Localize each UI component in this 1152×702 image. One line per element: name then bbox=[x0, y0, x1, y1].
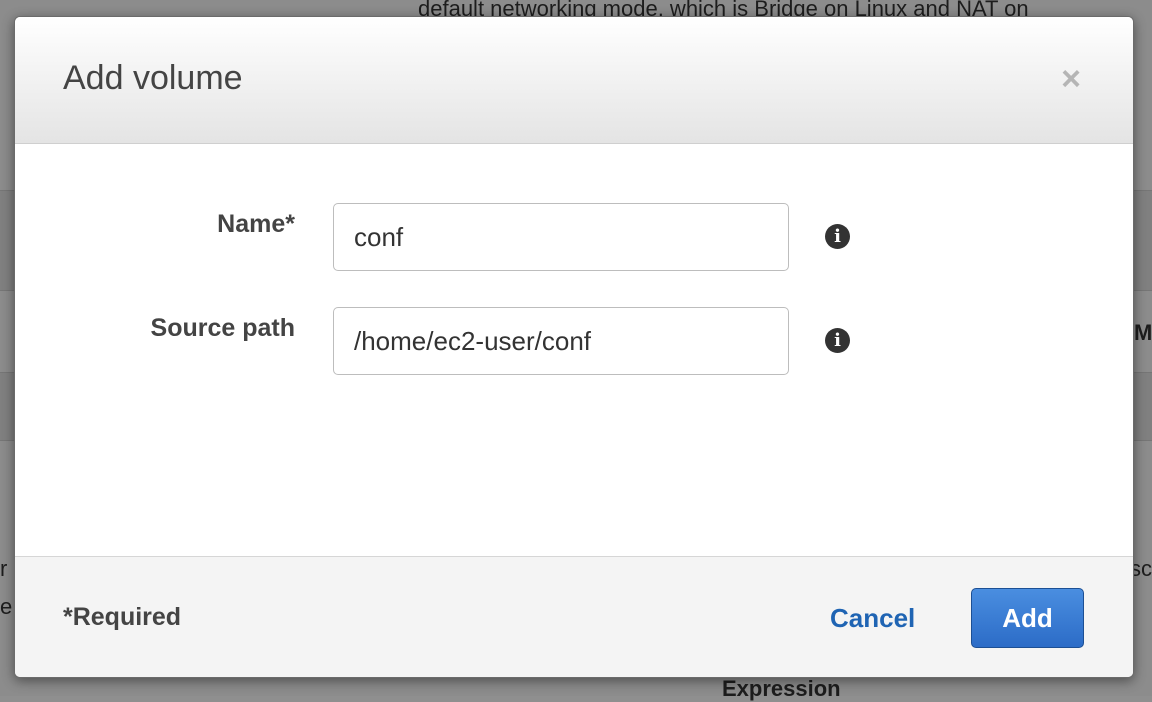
add-button[interactable]: Add bbox=[971, 588, 1084, 648]
cancel-button[interactable]: Cancel bbox=[830, 603, 915, 634]
background-text: r bbox=[0, 556, 8, 581]
background-text: Expression bbox=[722, 676, 841, 701]
add-volume-dialog: Add volume × Name* i Source path i *Requ… bbox=[14, 16, 1134, 678]
info-icon[interactable]: i bbox=[825, 224, 850, 249]
required-note: *Required bbox=[63, 603, 182, 631]
dialog-body: Name* i Source path i bbox=[15, 144, 1133, 556]
dialog-title: Add volume bbox=[63, 59, 243, 97]
source-path-label: Source path bbox=[150, 314, 295, 342]
dialog-header: Add volume × bbox=[15, 17, 1133, 144]
source-path-input[interactable] bbox=[333, 307, 789, 375]
background-text: M bbox=[1134, 320, 1152, 345]
background-text: e bbox=[0, 594, 13, 619]
name-label: Name* bbox=[217, 210, 295, 238]
dialog-footer: *Required Cancel Add bbox=[15, 556, 1133, 677]
info-icon[interactable]: i bbox=[825, 328, 850, 353]
close-icon[interactable]: × bbox=[1057, 62, 1085, 96]
name-input[interactable] bbox=[333, 203, 789, 271]
